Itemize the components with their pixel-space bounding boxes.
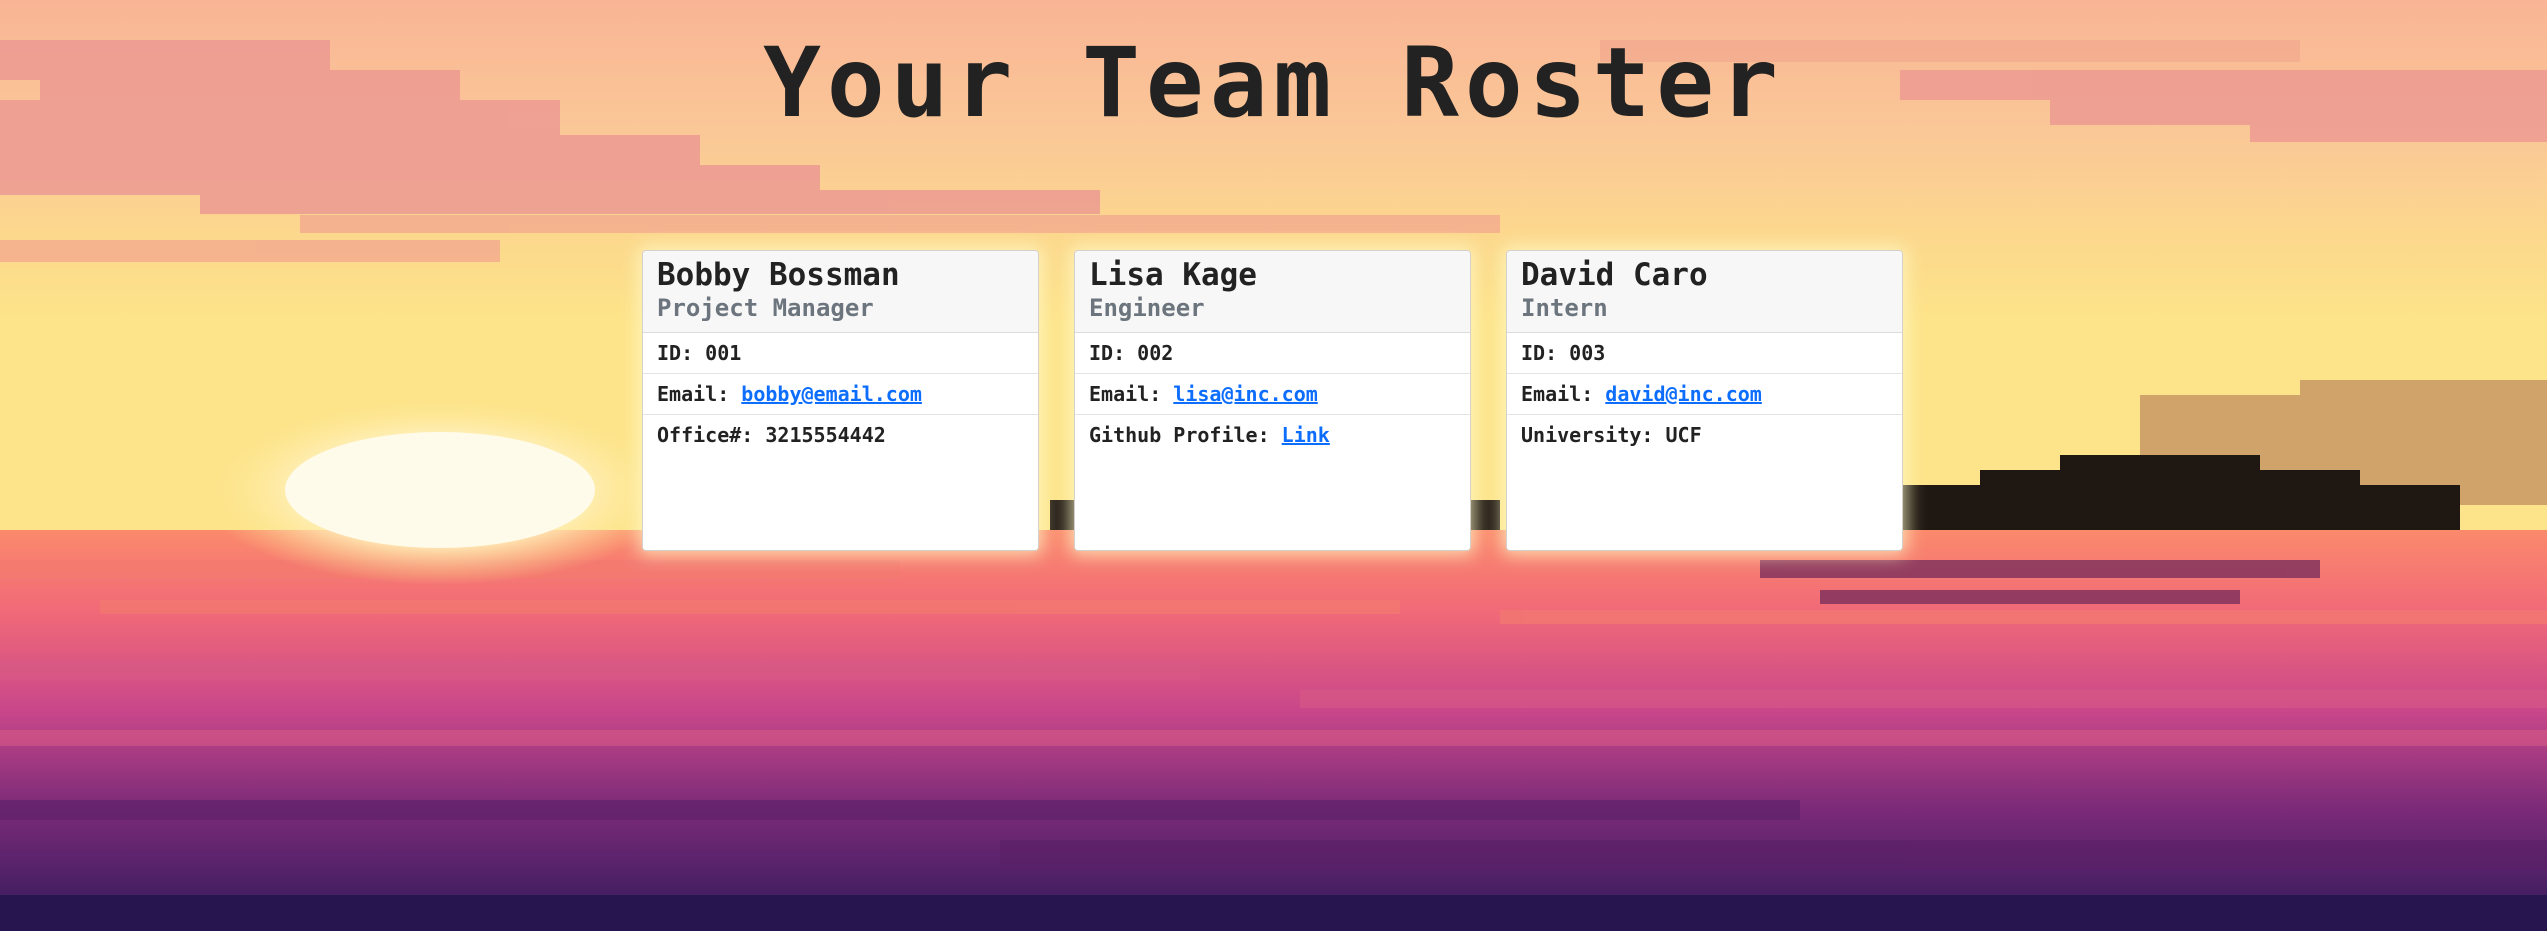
employee-card-intern: David Caro Intern ID: 003 Email: david@i… (1506, 250, 1903, 551)
office-number: 3215554442 (765, 423, 886, 447)
employee-name: Lisa Kage (1089, 257, 1257, 293)
school-label: University: (1521, 423, 1654, 447)
employee-details: ID: 001 Email: bobby@email.com Office#: … (643, 333, 1038, 456)
employee-school-row: University: UCF (1507, 415, 1902, 456)
github-link[interactable]: Link (1282, 423, 1330, 447)
employee-office-row: Office#: 3215554442 (643, 415, 1038, 456)
employee-role: Intern (1521, 294, 1608, 322)
email-link[interactable]: david@inc.com (1605, 382, 1762, 406)
employee-email-row: Email: david@inc.com (1507, 374, 1902, 415)
card-header: Lisa Kage Engineer (1075, 251, 1470, 333)
employee-id-row: ID: 001 (643, 333, 1038, 374)
id-label: ID: (1521, 341, 1558, 365)
employee-email-row: Email: lisa@inc.com (1075, 374, 1470, 415)
email-label: Email: (657, 382, 730, 406)
employee-id: 002 (1137, 341, 1174, 365)
employee-role: Engineer (1089, 294, 1205, 322)
office-label: Office#: (657, 423, 754, 447)
employee-name: Bobby Bossman (657, 257, 900, 293)
employee-id-row: ID: 003 (1507, 333, 1902, 374)
employee-id: 001 (705, 341, 742, 365)
employee-id: 003 (1569, 341, 1606, 365)
employee-details: ID: 002 Email: lisa@inc.com Github Profi… (1075, 333, 1470, 456)
employee-name: David Caro (1521, 257, 1708, 293)
email-label: Email: (1521, 382, 1594, 406)
employee-card-engineer: Lisa Kage Engineer ID: 002 Email: lisa@i… (1074, 250, 1471, 551)
id-label: ID: (657, 341, 694, 365)
employee-card-manager: Bobby Bossman Project Manager ID: 001 Em… (642, 250, 1039, 551)
school-name: UCF (1665, 423, 1702, 447)
employee-github-row: Github Profile: Link (1075, 415, 1470, 456)
email-label: Email: (1089, 382, 1162, 406)
id-label: ID: (1089, 341, 1126, 365)
employee-id-row: ID: 002 (1075, 333, 1470, 374)
employee-email-row: Email: bobby@email.com (643, 374, 1038, 415)
card-header: Bobby Bossman Project Manager (643, 251, 1038, 333)
page-title: Your Team Roster (763, 27, 1784, 139)
email-link[interactable]: lisa@inc.com (1173, 382, 1318, 406)
card-header: David Caro Intern (1507, 251, 1902, 333)
employee-role: Project Manager (657, 294, 874, 322)
email-link[interactable]: bobby@email.com (741, 382, 922, 406)
github-label: Github Profile: (1089, 423, 1270, 447)
employee-details: ID: 003 Email: david@inc.com University:… (1507, 333, 1902, 456)
